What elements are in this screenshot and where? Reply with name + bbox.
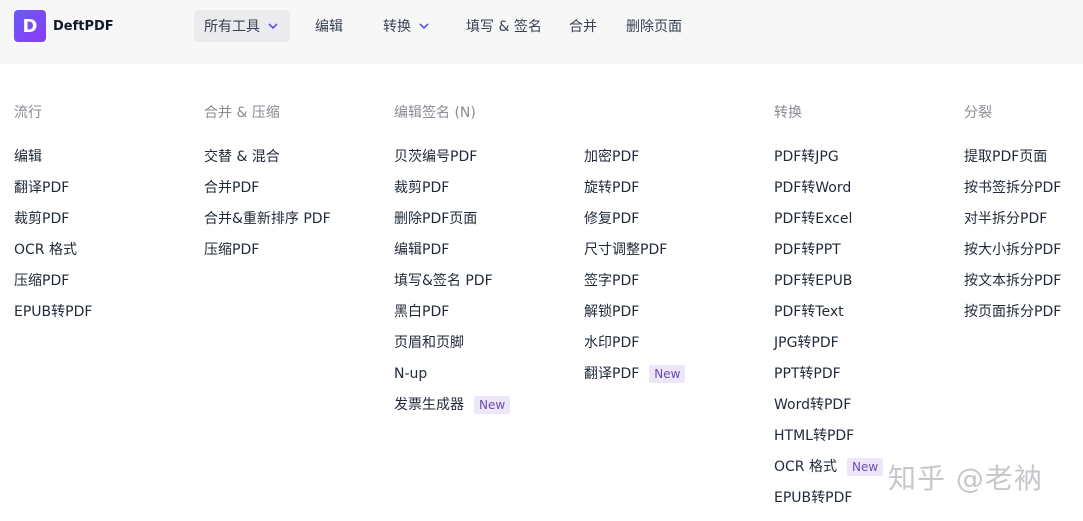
menu-item[interactable]: 按页面拆分PDF xyxy=(964,303,1061,334)
column-heading: 合并 & 压缩 xyxy=(204,105,280,121)
menu-item[interactable]: 填写&签名 PDF xyxy=(394,272,510,303)
menu-column-merge-compress: 合并 & 压缩 交替 & 混合 合并PDF 合并&重新排序 PDF 压缩PDF xyxy=(204,104,331,272)
menu-item[interactable]: PDF转PPT xyxy=(774,241,883,272)
new-badge: New xyxy=(649,365,686,383)
menu-item-ocr[interactable]: OCR 格式 New xyxy=(774,458,884,489)
menu-item[interactable]: 按大小拆分PDF xyxy=(964,241,1061,272)
menu-item[interactable]: PDF转Text xyxy=(774,303,883,334)
menu-item[interactable]: OCR 格式 xyxy=(14,241,92,272)
menu-item[interactable]: 加密PDF xyxy=(584,148,685,179)
menu-item[interactable]: 水印PDF xyxy=(584,334,685,365)
menu-item[interactable]: 合并PDF xyxy=(204,179,331,210)
menu-item[interactable]: 编辑 xyxy=(14,148,92,179)
menu-column-edit-sign: 编辑签名 (N) 贝茨编号PDF 裁剪PDF 删除PDF页面 编辑PDF 填写&… xyxy=(394,104,511,427)
top-bar: D DeftPDF 所有工具 编辑 转换 填写 & 签名 合并 删除页面 xyxy=(0,0,1083,64)
menu-item[interactable]: 签字PDF xyxy=(584,272,685,303)
nav-all-tools-label: 所有工具 xyxy=(204,19,260,35)
menu-item-label: 翻译PDF xyxy=(584,366,640,382)
menu-item[interactable]: 尺寸调整PDF xyxy=(584,241,685,272)
menu-item-translate-pdf[interactable]: 翻译PDF New xyxy=(584,365,686,396)
menu-item[interactable]: JPG转PDF xyxy=(774,334,883,365)
menu-item[interactable]: PDF转EPUB xyxy=(774,272,883,303)
menu-item[interactable]: Word转PDF xyxy=(774,396,883,427)
menu-item-label: OCR 格式 xyxy=(774,459,837,475)
menu-item[interactable]: 对半拆分PDF xyxy=(964,210,1061,241)
menu-item[interactable]: 按文本拆分PDF xyxy=(964,272,1061,303)
menu-item[interactable]: PPT转PDF xyxy=(774,365,883,396)
menu-item[interactable]: 交替 & 混合 xyxy=(204,148,331,179)
column-heading: 编辑签名 (N) xyxy=(394,105,476,121)
menu-item-label: 发票生成器 xyxy=(394,397,464,413)
menu-item[interactable]: 解锁PDF xyxy=(584,303,685,334)
menu-item[interactable]: 贝茨编号PDF xyxy=(394,148,510,179)
menu-item[interactable]: PDF转JPG xyxy=(774,148,883,179)
nav-convert-label: 转换 xyxy=(383,19,411,35)
menu-item[interactable]: 编辑PDF xyxy=(394,241,510,272)
menu-item[interactable]: 删除PDF页面 xyxy=(394,210,510,241)
menu-item[interactable]: 黑白PDF xyxy=(394,303,510,334)
logo-text: DeftPDF xyxy=(53,18,114,34)
chevron-down-icon xyxy=(419,23,429,30)
menu-item[interactable]: 压缩PDF xyxy=(14,272,92,303)
column-heading: 转换 xyxy=(774,105,802,121)
menu-item[interactable]: 修复PDF xyxy=(584,210,685,241)
column-heading: 流行 xyxy=(14,105,42,121)
menu-item[interactable]: 裁剪PDF xyxy=(14,210,92,241)
column-heading-spacer xyxy=(584,104,685,122)
logo-mark: D xyxy=(14,10,46,42)
menu-item[interactable]: 裁剪PDF xyxy=(394,179,510,210)
watermark-text: 知乎 @老衲 xyxy=(888,462,1043,495)
nav-convert[interactable]: 转换 xyxy=(383,10,431,42)
menu-item[interactable]: 压缩PDF xyxy=(204,241,331,272)
menu-item[interactable]: N-up xyxy=(394,365,510,396)
nav-edit[interactable]: 编辑 xyxy=(315,10,343,42)
menu-item[interactable]: 页眉和页脚 xyxy=(394,334,510,365)
chevron-down-icon xyxy=(268,23,278,30)
menu-item[interactable]: EPUB转PDF xyxy=(774,489,883,520)
menu-item[interactable]: EPUB转PDF xyxy=(14,303,92,334)
menu-item[interactable]: 翻译PDF xyxy=(14,179,92,210)
nav-merge[interactable]: 合并 xyxy=(569,10,597,42)
menu-item[interactable]: 按书签拆分PDF xyxy=(964,179,1061,210)
menu-item-invoice-generator[interactable]: 发票生成器 New xyxy=(394,396,511,427)
menu-item[interactable]: HTML转PDF xyxy=(774,427,883,458)
nav-delete-pages[interactable]: 删除页面 xyxy=(626,10,682,42)
column-heading: 分裂 xyxy=(964,105,992,121)
menu-column-popular: 流行 编辑 翻译PDF 裁剪PDF OCR 格式 压缩PDF EPUB转PDF xyxy=(14,104,92,334)
menu-item[interactable]: 提取PDF页面 xyxy=(964,148,1061,179)
menu-item[interactable]: 合并&重新排序 PDF xyxy=(204,210,331,241)
menu-column-split: 分裂 提取PDF页面 按书签拆分PDF 对半拆分PDF 按大小拆分PDF 按文本… xyxy=(964,104,1061,334)
nav-fill-sign[interactable]: 填写 & 签名 xyxy=(466,10,542,42)
menu-item[interactable]: PDF转Word xyxy=(774,179,883,210)
logo[interactable]: D DeftPDF xyxy=(14,10,114,42)
new-badge: New xyxy=(846,458,884,476)
new-badge: New xyxy=(474,396,511,414)
menu-column-edit-sign-continued: 加密PDF 旋转PDF 修复PDF 尺寸调整PDF 签字PDF 解锁PDF 水印… xyxy=(584,104,686,396)
menu-column-convert: 转换 PDF转JPG PDF转Word PDF转Excel PDF转PPT PD… xyxy=(774,104,884,520)
menu-item[interactable]: PDF转Excel xyxy=(774,210,883,241)
nav-all-tools[interactable]: 所有工具 xyxy=(194,10,290,42)
menu-item[interactable]: 旋转PDF xyxy=(584,179,685,210)
